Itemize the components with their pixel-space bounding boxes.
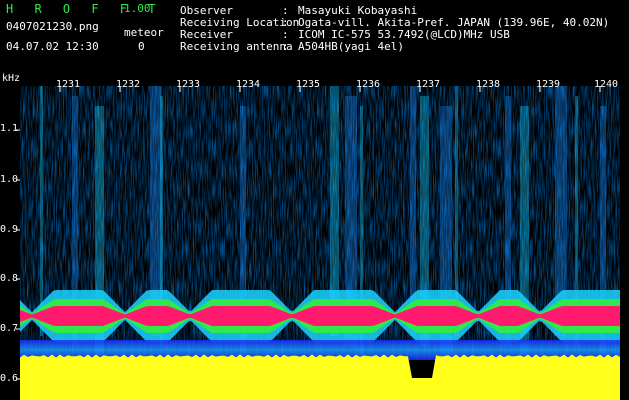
- noise-streak: [40, 86, 43, 336]
- info-value-location: Ogata-vill. Akita-Pref. JAPAN (139.96E, …: [298, 16, 610, 29]
- x-tick-label: 1232: [116, 79, 141, 90]
- x-tick-label: 1231: [56, 79, 81, 90]
- x-tick-label: 1240: [594, 79, 619, 90]
- x-tick-label: 1238: [476, 79, 501, 90]
- x-tick-label: 1234: [236, 79, 261, 90]
- noise-floor: [20, 354, 620, 400]
- filename: 0407021230.png: [6, 20, 99, 33]
- y-tick-label: 1.1: [0, 123, 19, 134]
- info-value-observer: Masayuki Kobayashi: [298, 4, 418, 17]
- info-separator: :: [282, 4, 289, 17]
- info-separator: :: [282, 28, 289, 41]
- y-tick-label: 0.6: [0, 373, 19, 384]
- y-tick-label: 0.8: [0, 273, 19, 284]
- info-label-observer: Observer: [180, 4, 233, 17]
- meteor-count: 0: [138, 40, 145, 53]
- info-separator: :: [282, 16, 289, 29]
- x-tick-label: 1236: [356, 79, 381, 90]
- y-axis-unit: kHz: [2, 73, 21, 84]
- y-tick-label: 0.9: [0, 224, 19, 235]
- x-tick-label: 1239: [536, 79, 561, 90]
- info-separator: :: [282, 40, 289, 53]
- info-label-receiver: Receiver: [180, 28, 233, 41]
- info-value-receiver: ICOM IC-575 53.7492(@LCD)MHz USB: [298, 28, 510, 41]
- y-tick-label: 1.0: [0, 174, 19, 185]
- x-tick-label: 1235: [296, 79, 321, 90]
- y-tick-label: 0.7: [0, 323, 19, 334]
- info-value-antenna: A504HB(yagi 4el): [298, 40, 404, 53]
- x-tick-label: 1237: [416, 79, 441, 90]
- meteor-label: meteor: [124, 26, 164, 39]
- y-axis: [16, 129, 20, 380]
- app-version: 1.00: [124, 2, 151, 15]
- plot-area: [20, 86, 620, 400]
- datetime: 04.07.02 12:30: [6, 40, 99, 53]
- spectrogram-plot: [16, 86, 620, 400]
- info-label-antenna: Receiving antenna: [180, 40, 293, 53]
- x-tick-label: 1233: [176, 79, 201, 90]
